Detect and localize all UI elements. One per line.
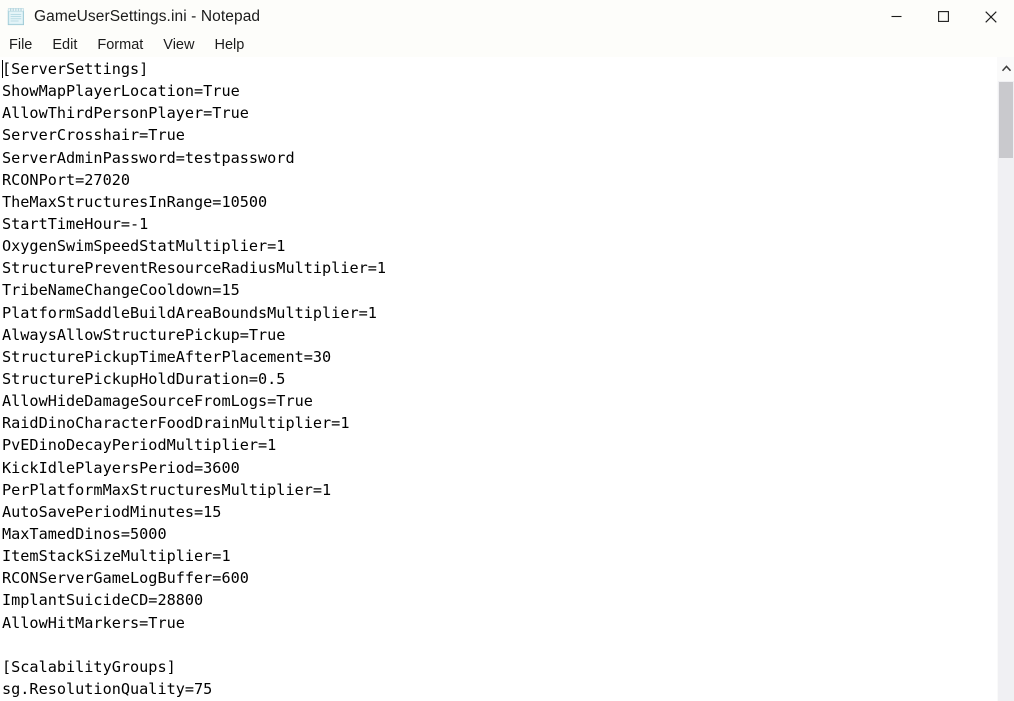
editor-line: PlatformSaddleBuildAreaBoundsMultiplier=… xyxy=(2,303,377,322)
editor-line: ItemStackSizeMultiplier=1 xyxy=(2,547,231,566)
text-caret xyxy=(2,60,3,78)
editor-line: ServerAdminPassword=testpassword xyxy=(2,148,295,167)
notepad-window: GameUserSettings.ini - Notepad File Edit… xyxy=(0,0,1014,701)
title-bar-left: GameUserSettings.ini - Notepad xyxy=(0,0,260,33)
menu-bar: File Edit Format View Help xyxy=(0,33,1014,58)
editor-line: StartTimeHour=-1 xyxy=(2,214,149,233)
maximize-button[interactable] xyxy=(920,0,967,33)
text-content[interactable]: [ServerSettings] ShowMapPlayerLocation=Tr… xyxy=(0,57,997,700)
editor-line: sg.ResolutionQuality=75 xyxy=(2,679,213,698)
notepad-icon xyxy=(5,6,27,28)
editor-line: MaxTamedDinos=5000 xyxy=(2,524,167,543)
menu-item-file[interactable]: File xyxy=(9,33,32,57)
window-controls xyxy=(873,0,1014,33)
menu-item-help[interactable]: Help xyxy=(214,33,244,57)
editor-line: StructurePickupTimeAfterPlacement=30 xyxy=(2,347,332,366)
editor-line: AllowThirdPersonPlayer=True xyxy=(2,104,249,123)
editor-line: [ScalabilityGroups] xyxy=(2,657,176,676)
scrollbar-thumb[interactable] xyxy=(999,82,1013,158)
editor-line: StructurePreventResourceRadiusMultiplier… xyxy=(2,259,387,278)
menu-item-view[interactable]: View xyxy=(163,33,194,57)
editor-line: AllowHitMarkers=True xyxy=(2,613,185,632)
window-title: GameUserSettings.ini - Notepad xyxy=(34,7,261,25)
editor-line: RCONServerGameLogBuffer=600 xyxy=(2,569,249,588)
text-editor[interactable]: [ServerSettings] ShowMapPlayerLocation=Tr… xyxy=(0,57,997,701)
editor-line: KickIdlePlayersPeriod=3600 xyxy=(2,458,240,477)
editor-line: OxygenSwimSpeedStatMultiplier=1 xyxy=(2,237,286,256)
menu-item-format[interactable]: Format xyxy=(97,33,143,57)
editor-line: [ServerSettings] xyxy=(2,60,149,78)
vertical-scrollbar[interactable] xyxy=(997,57,1014,701)
editor-area: [ServerSettings] ShowMapPlayerLocation=Tr… xyxy=(0,57,1014,701)
editor-line: AlwaysAllowStructurePickup=True xyxy=(2,325,286,344)
editor-line: StructurePickupHoldDuration=0.5 xyxy=(2,369,286,388)
editor-line: ImplantSuicideCD=28800 xyxy=(2,591,204,610)
minimize-button[interactable] xyxy=(873,0,920,33)
close-button[interactable] xyxy=(967,0,1014,33)
editor-line: AutoSavePeriodMinutes=15 xyxy=(2,502,222,521)
editor-line: RaidDinoCharacterFoodDrainMultiplier=1 xyxy=(2,414,350,433)
scroll-up-arrow-icon[interactable] xyxy=(998,57,1014,79)
menu-item-edit[interactable]: Edit xyxy=(52,33,77,57)
editor-line: ServerCrosshair=True xyxy=(2,126,185,145)
editor-line: PvEDinoDecayPeriodMultiplier=1 xyxy=(2,436,277,455)
editor-line: TribeNameChangeCooldown=15 xyxy=(2,281,240,300)
title-bar: GameUserSettings.ini - Notepad xyxy=(0,0,1014,33)
editor-line: PerPlatformMaxStructuresMultiplier=1 xyxy=(2,480,332,499)
editor-line: RCONPort=27020 xyxy=(2,170,131,189)
editor-line: AllowHideDamageSourceFromLogs=True xyxy=(2,392,313,411)
editor-line: ShowMapPlayerLocation=True xyxy=(2,82,240,101)
editor-line: TheMaxStructuresInRange=10500 xyxy=(2,192,268,211)
